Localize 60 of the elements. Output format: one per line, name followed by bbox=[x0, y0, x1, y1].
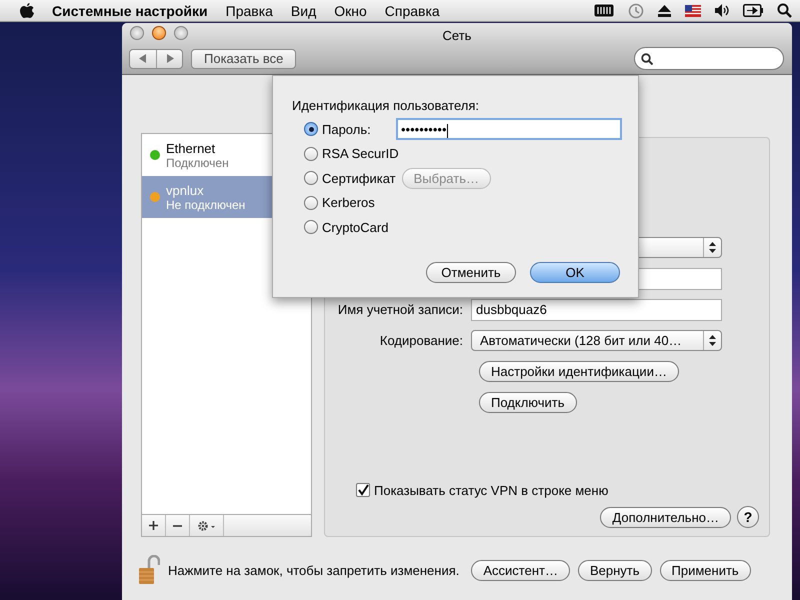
service-status: Не подключен bbox=[166, 198, 246, 212]
radio-button[interactable] bbox=[304, 196, 318, 210]
encryption-popup[interactable]: Автоматически (128 бит или 40… bbox=[471, 330, 722, 351]
apple-menu-icon[interactable] bbox=[20, 2, 34, 18]
radio-button[interactable] bbox=[304, 220, 318, 234]
search-icon bbox=[641, 52, 653, 64]
option-label: Kerberos bbox=[322, 195, 375, 210]
show-vpn-status-checkbox[interactable] bbox=[356, 483, 370, 497]
footer-button[interactable]: Применить bbox=[660, 560, 751, 580]
help-button[interactable]: ? bbox=[737, 506, 759, 528]
zoom-button[interactable] bbox=[174, 26, 188, 40]
search-field[interactable] bbox=[634, 47, 784, 70]
app-menu[interactable]: Системные настройки bbox=[52, 2, 208, 18]
footer-button[interactable]: Ассистент… bbox=[471, 560, 570, 580]
menu-item[interactable]: Вид bbox=[290, 2, 316, 18]
dialog-button[interactable]: OK bbox=[530, 262, 620, 282]
plus-icon bbox=[149, 521, 158, 530]
volume-icon[interactable] bbox=[715, 4, 729, 17]
authentication-settings-button[interactable]: Настройки идентификации… bbox=[479, 361, 679, 382]
option-label: Пароль: bbox=[322, 122, 372, 137]
option-label: CryptoCard bbox=[322, 220, 388, 235]
show-vpn-status-label: Показывать статус VPN в строке меню bbox=[374, 482, 608, 498]
menu-item[interactable]: Правка bbox=[226, 2, 273, 18]
service-name: vpnlux bbox=[166, 182, 205, 198]
menu-item[interactable]: Справка bbox=[384, 2, 440, 18]
clock-icon[interactable] bbox=[628, 2, 644, 18]
flag-icon[interactable] bbox=[685, 4, 701, 16]
advanced-button[interactable]: Дополнительно… bbox=[600, 506, 731, 528]
footer-button[interactable]: Вернуть bbox=[578, 560, 652, 580]
radio-button[interactable] bbox=[304, 122, 318, 136]
connect-button[interactable]: Подключить bbox=[479, 392, 577, 413]
service-status: Подключен bbox=[166, 156, 229, 170]
window-title: Сеть bbox=[442, 28, 472, 43]
option-label: RSA SecurID bbox=[322, 146, 399, 162]
eject-icon[interactable] bbox=[658, 4, 671, 16]
radio-button[interactable] bbox=[304, 146, 318, 161]
show-all-button[interactable]: Показать все bbox=[191, 48, 296, 68]
close-button[interactable] bbox=[130, 26, 144, 40]
stepper-arrows-icon bbox=[709, 335, 716, 346]
option-label: Сертификат bbox=[322, 170, 396, 186]
left-triangle-icon bbox=[139, 54, 147, 63]
right-triangle-icon bbox=[166, 54, 174, 63]
power-adapter-icon[interactable] bbox=[743, 4, 763, 17]
battery-meter-icon[interactable] bbox=[594, 4, 614, 17]
back-forward-control[interactable] bbox=[129, 48, 183, 68]
minimize-button[interactable] bbox=[152, 26, 166, 40]
service-name: Ethernet bbox=[166, 140, 216, 156]
menu-item[interactable]: Окно bbox=[334, 2, 367, 18]
padlock-icon[interactable] bbox=[138, 555, 160, 585]
search-icon[interactable] bbox=[777, 3, 792, 18]
password-field[interactable]: •••••••••• bbox=[396, 118, 622, 140]
stepper-arrows-icon bbox=[709, 242, 716, 253]
dialog-button[interactable]: Отменить bbox=[426, 262, 516, 282]
sheet-title: Идентификация пользователя: bbox=[292, 98, 480, 113]
gear-icon bbox=[196, 520, 216, 532]
account-name-label: Имя учетной записи: bbox=[336, 302, 464, 317]
lock-hint-text: Нажмите на замок, чтобы запретить изменения. bbox=[168, 562, 460, 578]
minus-icon bbox=[173, 524, 182, 526]
account-name-field[interactable]: dusbbquaz6 bbox=[471, 298, 722, 320]
encryption-label: Кодирование: bbox=[378, 333, 464, 348]
